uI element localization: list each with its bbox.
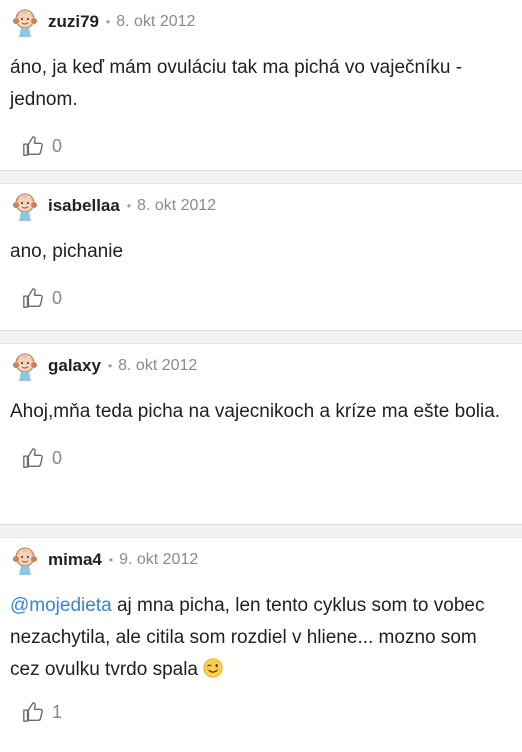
user-avatar-icon[interactable] bbox=[10, 351, 40, 381]
meta-separator: • bbox=[108, 553, 114, 567]
user-avatar-icon[interactable] bbox=[10, 7, 40, 37]
thumbs-up-icon bbox=[23, 288, 43, 308]
username[interactable]: isabellaa bbox=[48, 196, 120, 216]
comment-divider bbox=[0, 330, 522, 344]
like-button[interactable]: 1 bbox=[10, 692, 522, 732]
like-count: 0 bbox=[52, 447, 63, 468]
comment-text: Ahoj,mňa teda picha na vajecnikoch a krí… bbox=[10, 401, 501, 422]
comment-text: áno, ja keď mám ovuláciu tak ma pichá vo… bbox=[10, 57, 463, 110]
comment-divider bbox=[0, 170, 522, 184]
username[interactable]: mima4 bbox=[48, 550, 102, 570]
comment-item: galaxy • 8. okt 2012 Ahoj,mňa teda picha… bbox=[0, 344, 522, 524]
like-button[interactable]: 0 bbox=[10, 126, 522, 166]
comment-header: isabellaa • 8. okt 2012 bbox=[10, 184, 522, 228]
comment-date: 8. okt 2012 bbox=[118, 357, 198, 374]
comment-text: ano, pichanie bbox=[10, 241, 124, 262]
like-count: 1 bbox=[52, 701, 63, 722]
comment-text: @mojedieta aj mna picha, len tento cyklu… bbox=[10, 590, 522, 686]
comment-item: zuzi79 • 8. okt 2012 áno, ja keď mám ovu… bbox=[0, 0, 522, 170]
thumbs-up-icon bbox=[23, 136, 43, 156]
user-avatar-icon[interactable] bbox=[10, 545, 40, 575]
username[interactable]: zuzi79 bbox=[48, 12, 99, 32]
mention-link[interactable]: @mojedieta bbox=[10, 595, 112, 616]
username[interactable]: galaxy bbox=[48, 356, 101, 376]
comment-divider bbox=[0, 524, 522, 538]
winking-face-icon bbox=[203, 658, 223, 678]
comment-date: 8. okt 2012 bbox=[116, 13, 196, 30]
comment-date: 9. okt 2012 bbox=[119, 551, 199, 568]
comment-item: isabellaa • 8. okt 2012 ano, pichanie 0 bbox=[0, 184, 522, 330]
thumbs-up-icon bbox=[23, 448, 43, 468]
like-count: 0 bbox=[52, 287, 63, 308]
meta-separator: • bbox=[106, 15, 111, 29]
comment-header: galaxy • 8. okt 2012 bbox=[10, 344, 522, 388]
comment-date: 8. okt 2012 bbox=[137, 197, 217, 214]
user-avatar-icon[interactable] bbox=[10, 191, 40, 221]
like-button[interactable]: 0 bbox=[10, 278, 522, 318]
thumbs-up-icon bbox=[23, 702, 43, 722]
comment-header: zuzi79 • 8. okt 2012 bbox=[10, 0, 522, 44]
meta-separator: • bbox=[126, 199, 132, 213]
like-count: 0 bbox=[52, 135, 63, 156]
comment-list: zuzi79 • 8. okt 2012 áno, ja keď mám ovu… bbox=[0, 0, 522, 746]
meta-separator: • bbox=[107, 359, 113, 373]
comment-item: mima4 • 9. okt 2012 @mojedieta aj mna pi… bbox=[0, 538, 522, 746]
comment-header: mima4 • 9. okt 2012 bbox=[10, 538, 522, 582]
like-button[interactable]: 0 bbox=[10, 438, 522, 478]
